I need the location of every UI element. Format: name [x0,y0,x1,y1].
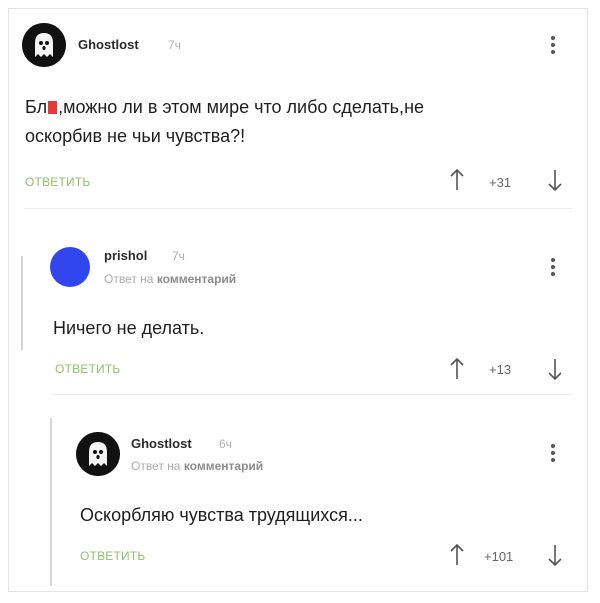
reply-to-link[interactable]: комментарий [184,459,263,473]
thread-line [50,418,52,586]
timestamp: 6ч [219,437,232,451]
reply-button[interactable]: ОТВЕТИТЬ [80,549,145,563]
reply-to-prefix: Ответ на [131,459,181,473]
comment-text: Ничего не делать. [53,318,205,338]
username[interactable]: Ghostlost [78,37,139,52]
username[interactable]: Ghostlost [131,436,192,451]
divider [52,394,572,395]
upvote-arrow-icon[interactable] [449,543,465,567]
censor-mark [48,101,58,114]
upvote-arrow-icon[interactable] [449,168,465,192]
comment-text-line2: оскорбив не чьи чувства?! [25,126,246,146]
ghost-avatar-icon[interactable] [22,23,66,67]
divider [24,208,572,209]
upvote-arrow-icon[interactable] [449,357,465,381]
reply-to-link[interactable]: комментарий [157,272,236,286]
timestamp: 7ч [168,38,181,52]
downvote-arrow-icon[interactable] [547,543,563,567]
vote-count: +13 [489,362,512,377]
more-options-icon[interactable] [551,36,555,54]
reply-to-label: Ответ на комментарий [131,459,263,473]
comment-text: Оскорбляю чувства трудящихся... [80,505,363,525]
comment-text-line1-rest: ,можно ли в этом мире что либо сделать,н… [58,97,425,117]
vote-count: +101 [484,549,514,564]
reply-button[interactable]: ОТВЕТИТЬ [55,362,120,376]
ghost-avatar-icon[interactable] [76,432,120,476]
more-options-icon[interactable] [551,444,555,462]
vote-count: +31 [489,175,512,190]
comment-text-line1-start: Бл [25,97,48,117]
comment-text: Бл ,можно ли в этом мире что либо сделать… [25,93,565,151]
reply-to-prefix: Ответ на [104,272,154,286]
more-options-icon[interactable] [551,258,555,276]
username[interactable]: prishol [104,248,147,263]
downvote-arrow-icon[interactable] [547,357,563,381]
avatar[interactable] [50,247,90,287]
reply-button[interactable]: ОТВЕТИТЬ [25,175,90,189]
downvote-arrow-icon[interactable] [547,168,563,192]
timestamp: 7ч [172,249,185,263]
thread-line [21,256,23,350]
reply-to-label: Ответ на комментарий [104,272,236,286]
